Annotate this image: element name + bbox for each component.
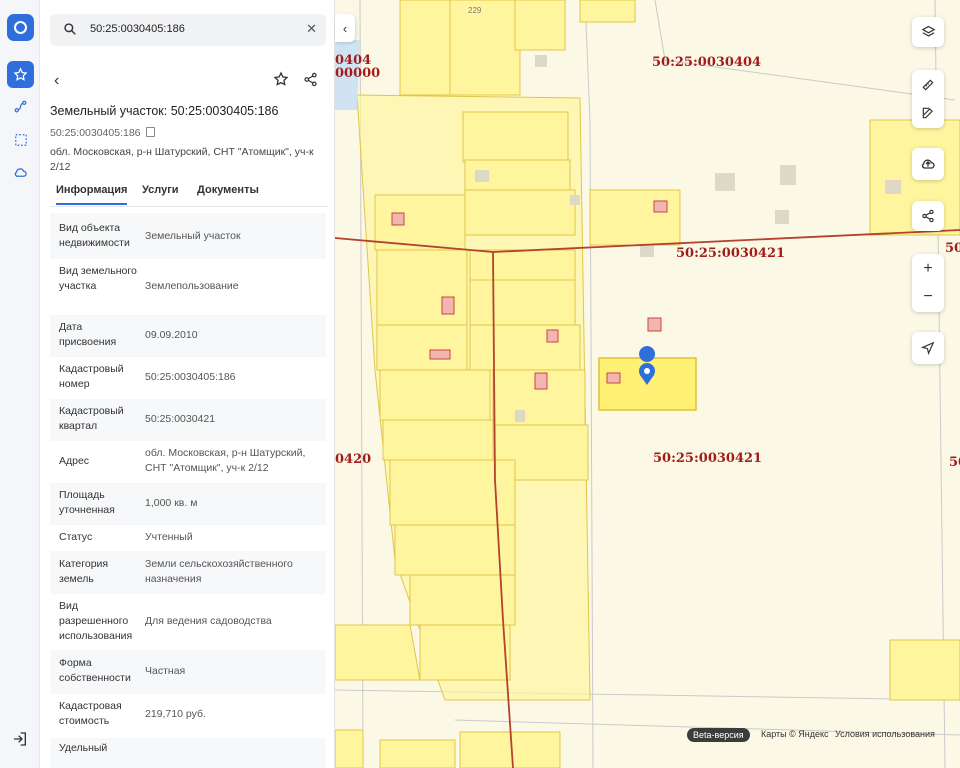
left-rail bbox=[0, 0, 40, 768]
map-label: 50 bbox=[949, 455, 960, 470]
map-label: 00000 bbox=[335, 66, 381, 81]
property-key: Категория земель bbox=[59, 558, 109, 585]
clear-search-icon[interactable]: ✕ bbox=[306, 21, 317, 37]
upload-button[interactable] bbox=[912, 148, 944, 180]
property-key: Статус bbox=[59, 531, 93, 543]
property-value: Частная bbox=[145, 665, 186, 677]
property-key: Дата присвоения bbox=[59, 321, 117, 348]
property-value: Земли сельскохозяйственного назначения bbox=[145, 558, 293, 585]
map-copyright[interactable]: Карты © Яндекс bbox=[761, 729, 829, 739]
logo-icon[interactable] bbox=[7, 14, 34, 41]
zoom-out-icon[interactable]: − bbox=[912, 283, 944, 310]
zoom-in-icon[interactable]: + bbox=[912, 255, 944, 282]
search-input[interactable]: 50:25:0030405:186 bbox=[90, 23, 185, 35]
property-row: Кадастровая стоимость 219,710 руб. bbox=[50, 694, 326, 738]
house-number: 229 bbox=[468, 6, 482, 15]
map-share-button[interactable] bbox=[912, 201, 944, 231]
cloud-icon[interactable] bbox=[7, 159, 34, 186]
tab-info[interactable]: Информация bbox=[56, 184, 128, 205]
info-panel: 50:25:0030405:186 ✕ ‹ Земельный участок:… bbox=[40, 0, 335, 768]
zoom-control: + − bbox=[912, 254, 944, 312]
logout-icon[interactable] bbox=[12, 731, 28, 752]
tools-group bbox=[912, 70, 944, 128]
back-button[interactable]: ‹ bbox=[54, 72, 59, 90]
property-value: Землепользование bbox=[145, 280, 239, 292]
locate-button[interactable] bbox=[912, 332, 944, 364]
favorite-star-icon[interactable] bbox=[273, 71, 289, 92]
tabs: Информация Услуги Документы bbox=[50, 184, 328, 207]
property-key: Вид разрешенного использования bbox=[59, 600, 133, 642]
route-icon[interactable] bbox=[7, 93, 34, 120]
map-canvas bbox=[335, 0, 960, 768]
property-key: Удельный bbox=[59, 742, 108, 754]
property-row: Вид земельного участка Землепользование bbox=[50, 259, 326, 315]
property-row: Кадастровый номер 50:25:0030405:186 bbox=[50, 357, 326, 399]
cadastral-number: 50:25:0030405:186 bbox=[50, 127, 141, 139]
property-value: 219,710 руб. bbox=[145, 708, 206, 720]
property-row: Статус Учтенный bbox=[50, 525, 326, 551]
select-area-icon[interactable] bbox=[7, 126, 34, 153]
property-row: Вид разрешенного использования Для веден… bbox=[50, 594, 326, 650]
copy-icon[interactable] bbox=[146, 127, 155, 137]
property-row: Дата присвоения 09.09.2010 bbox=[50, 315, 326, 357]
property-key: Вид объекта недвижимости bbox=[59, 222, 130, 249]
address-text: обл. Московская, р-н Шатурский, СНТ "Ато… bbox=[50, 146, 314, 173]
layers-icon bbox=[912, 18, 944, 45]
property-key: Адрес bbox=[59, 455, 90, 467]
search-icon bbox=[63, 22, 77, 41]
edit-icon[interactable] bbox=[912, 99, 944, 126]
property-value: 50:25:0030405:186 bbox=[145, 371, 236, 383]
property-row: Категория земель Земли сельскохозяйствен… bbox=[50, 551, 326, 594]
map-view[interactable]: 0404 00000 50:25:0030404 50:25:0030421 5… bbox=[335, 0, 960, 768]
property-value: Земельный участок bbox=[145, 230, 241, 242]
collapse-panel-button[interactable]: ‹ bbox=[335, 14, 355, 42]
tab-services[interactable]: Услуги bbox=[142, 184, 179, 196]
map-label-quarter: 50:25:0030421 bbox=[653, 451, 763, 466]
terms-link[interactable]: Условия использования bbox=[835, 729, 935, 739]
tab-documents[interactable]: Документы bbox=[197, 184, 259, 196]
property-key: Кадастровая стоимость bbox=[59, 700, 122, 727]
property-row: Форма собственности Частная bbox=[50, 650, 326, 694]
locate-icon bbox=[912, 334, 944, 361]
property-key: Форма собственности bbox=[59, 657, 131, 684]
property-row: Удельный bbox=[50, 738, 326, 768]
map-label-quarter: 50:25:0030404 bbox=[652, 55, 762, 70]
map-label: 50 bbox=[945, 241, 960, 256]
property-value: 09.09.2010 bbox=[145, 329, 198, 341]
property-row: Кадастровый квартал 50:25:0030421 bbox=[50, 399, 326, 441]
map-label-quarter: 0420 bbox=[335, 452, 372, 467]
property-value: Учтенный bbox=[145, 531, 193, 543]
page-title: Земельный участок: 50:25:0030405:186 bbox=[50, 104, 279, 118]
property-value: 50:25:0030421 bbox=[145, 413, 216, 425]
property-value: обл. Московская, р-н Шатурский, СНТ "Ато… bbox=[145, 447, 306, 474]
layers-button[interactable] bbox=[912, 17, 944, 47]
property-row: Площадь уточненная 1,000 кв. м bbox=[50, 483, 326, 525]
search-bar[interactable]: 50:25:0030405:186 ✕ bbox=[50, 14, 326, 46]
ruler-icon[interactable] bbox=[912, 71, 944, 98]
share-icon[interactable] bbox=[303, 72, 318, 92]
property-key: Кадастровый квартал bbox=[59, 405, 124, 432]
property-key: Вид земельного участка bbox=[59, 265, 137, 292]
property-row: Вид объекта недвижимости Земельный участ… bbox=[50, 213, 326, 259]
property-value: Для ведения садоводства bbox=[145, 615, 272, 627]
share-icon bbox=[912, 202, 944, 229]
beta-badge: Beta-версия bbox=[687, 728, 750, 742]
favorites-star-icon[interactable] bbox=[7, 61, 34, 88]
property-value: 1,000 кв. м bbox=[145, 497, 198, 509]
property-key: Кадастровый номер bbox=[59, 363, 124, 390]
map-label-quarter: 50:25:0030421 bbox=[676, 246, 786, 261]
upload-icon bbox=[912, 150, 944, 177]
property-row: Адрес обл. Московская, р-н Шатурский, СН… bbox=[50, 441, 326, 483]
property-key: Площадь уточненная bbox=[59, 489, 115, 516]
